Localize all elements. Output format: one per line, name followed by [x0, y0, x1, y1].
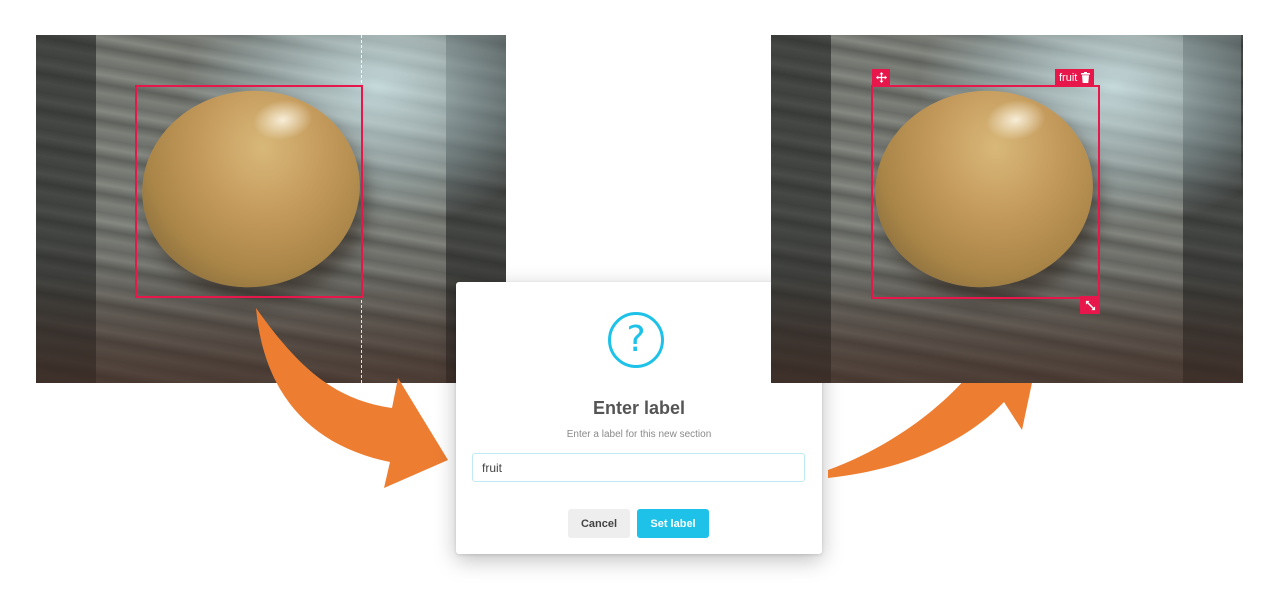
dialog-subtitle: Enter a label for this new section	[566, 429, 712, 440]
move-icon	[875, 71, 887, 83]
flow-arrow-down-right	[256, 308, 448, 488]
set-label-button[interactable]: Set label	[637, 509, 709, 538]
new-bounding-box[interactable]	[135, 85, 363, 298]
question-icon: ?	[608, 312, 664, 368]
resize-handle[interactable]	[1080, 296, 1100, 314]
trash-icon[interactable]	[1081, 72, 1091, 83]
dialog-title: Enter label	[592, 398, 686, 418]
resize-icon	[1085, 300, 1095, 310]
labeled-bounding-box[interactable]	[871, 85, 1100, 299]
box-label-tag[interactable]: fruit	[1055, 69, 1095, 86]
cancel-button[interactable]: Cancel	[568, 509, 630, 538]
labeled-image-panel[interactable]: fruit	[771, 35, 1243, 383]
label-input[interactable]	[472, 453, 805, 482]
move-handle[interactable]	[872, 69, 890, 85]
box-label-text: fruit	[1059, 71, 1078, 84]
enter-label-dialog: ? Enter label Enter a label for this new…	[456, 282, 822, 554]
